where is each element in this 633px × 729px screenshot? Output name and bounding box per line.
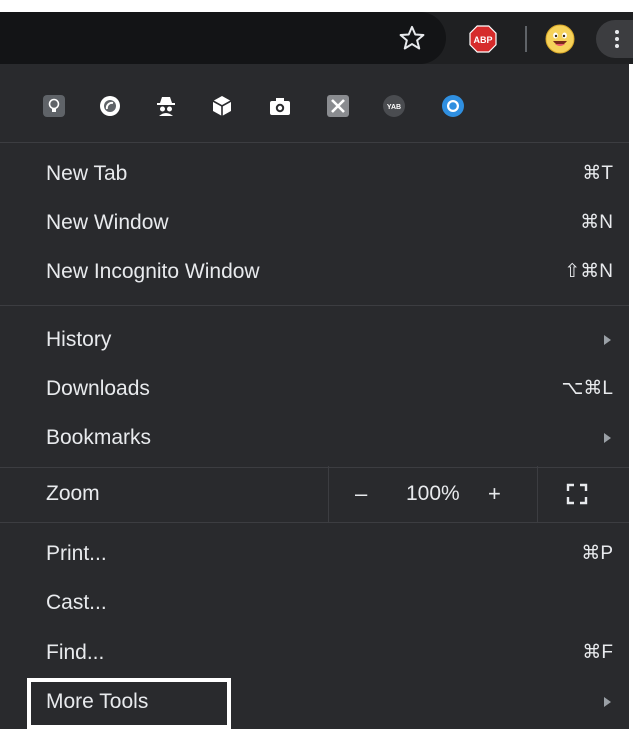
menu-item-more-tools[interactable]: More Tools xyxy=(0,678,629,726)
menu-item-new-tab[interactable]: New Tab ⌘T xyxy=(0,150,629,198)
menu-item-history[interactable]: History xyxy=(0,316,629,364)
chrome-extension-icon[interactable] xyxy=(441,94,465,118)
cast-label: Cast... xyxy=(46,591,107,614)
submenu-arrow-icon xyxy=(604,335,611,345)
menu-dot xyxy=(615,37,619,41)
fullscreen-icon[interactable] xyxy=(565,482,589,506)
star-icon[interactable] xyxy=(398,24,426,52)
history-label: History xyxy=(46,328,112,351)
browser-toolbar: ABP xyxy=(0,12,633,64)
new-tab-shortcut: ⌘T xyxy=(582,163,613,184)
more-menu-icon[interactable] xyxy=(596,20,633,58)
address-bar[interactable] xyxy=(0,12,446,64)
chrome-main-menu: YAB New Tab ⌘T New Window ⌘N New Incogni… xyxy=(0,64,633,729)
menu-separator xyxy=(0,305,629,306)
menu-item-downloads[interactable]: Downloads ⌥⌘L xyxy=(0,365,629,413)
toolbar-divider xyxy=(525,26,527,52)
bookmarks-label: Bookmarks xyxy=(46,426,152,449)
new-window-label: New Window xyxy=(46,211,169,234)
zoom-divider xyxy=(537,466,538,522)
cube-extension-icon[interactable] xyxy=(210,94,234,118)
abp-text: ABP xyxy=(473,35,492,45)
downloads-label: Downloads xyxy=(46,377,150,400)
menu-dot xyxy=(615,44,619,48)
find-shortcut: ⌘F xyxy=(582,642,613,663)
menu-separator xyxy=(0,142,629,143)
zoom-level: 100% xyxy=(406,482,460,505)
yab-text: YAB xyxy=(387,104,401,111)
submenu-arrow-icon xyxy=(604,697,611,707)
menu-item-cast[interactable]: Cast... xyxy=(0,579,629,627)
circle-extension-icon[interactable] xyxy=(98,94,122,118)
profile-avatar-icon[interactable] xyxy=(545,24,575,54)
new-incognito-label: New Incognito Window xyxy=(46,260,260,283)
incognito-spy-extension-icon[interactable] xyxy=(154,94,178,118)
new-tab-label: New Tab xyxy=(46,162,128,185)
menu-dot xyxy=(615,30,619,34)
x-extension-icon[interactable] xyxy=(326,94,350,118)
print-shortcut: ⌘P xyxy=(581,543,613,564)
new-incognito-shortcut: ⇧⌘N xyxy=(564,261,613,282)
menu-item-print[interactable]: Print... ⌘P xyxy=(0,530,629,578)
menu-separator xyxy=(0,522,629,523)
more-tools-label: More Tools xyxy=(46,690,149,713)
extensions-row: YAB xyxy=(0,64,629,142)
camera-extension-icon[interactable] xyxy=(268,94,292,118)
zoom-label: Zoom xyxy=(46,482,100,505)
print-label: Print... xyxy=(46,542,107,565)
zoom-divider xyxy=(328,466,329,522)
adblock-plus-icon[interactable]: ABP xyxy=(469,25,497,53)
zoom-out-button[interactable]: – xyxy=(355,466,367,522)
zoom-in-button[interactable]: + xyxy=(488,466,501,522)
submenu-arrow-icon xyxy=(604,433,611,443)
menu-item-bookmarks[interactable]: Bookmarks xyxy=(0,414,629,462)
menu-item-new-window[interactable]: New Window ⌘N xyxy=(0,199,629,247)
find-label: Find... xyxy=(46,641,105,664)
lightbulb-extension-icon[interactable] xyxy=(42,94,66,118)
yab-extension-icon[interactable]: YAB xyxy=(382,94,406,118)
menu-item-find[interactable]: Find... ⌘F xyxy=(0,629,629,677)
new-window-shortcut: ⌘N xyxy=(580,212,613,233)
menu-item-new-incognito-window[interactable]: New Incognito Window ⇧⌘N xyxy=(0,248,629,296)
downloads-shortcut: ⌥⌘L xyxy=(561,378,613,399)
zoom-row: Zoom – 100% + xyxy=(0,466,629,522)
